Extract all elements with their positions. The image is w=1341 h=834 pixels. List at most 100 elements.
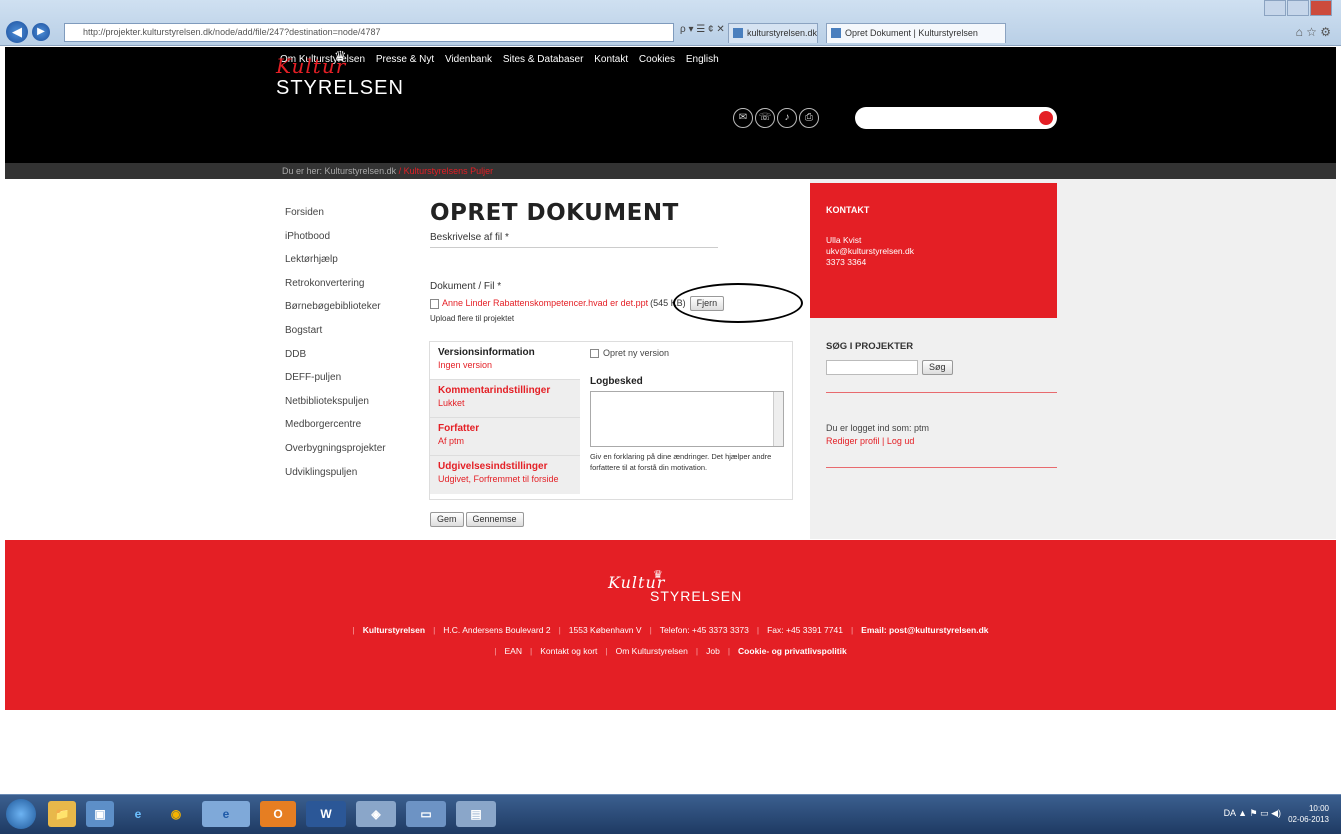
topnav-item[interactable]: Videnbank <box>445 54 492 65</box>
search-go-icon[interactable] <box>1039 111 1053 125</box>
clock-time: 10:00 <box>1308 804 1329 813</box>
explorer-icon[interactable]: 📁 <box>48 801 76 827</box>
tray-icons[interactable]: DA ▲ ⚑ ▭ ◀) <box>1224 808 1281 819</box>
maximize-button[interactable] <box>1287 0 1309 16</box>
crown-icon: ♛ <box>334 48 347 64</box>
tray-status-icons[interactable]: ▲ ⚑ ▭ ◀) <box>1238 808 1281 818</box>
app-icon[interactable]: ▭ <box>406 801 446 827</box>
site-search-input[interactable] <box>855 107 1057 129</box>
favicon-icon <box>733 28 743 38</box>
ie-icon[interactable]: e <box>124 801 152 827</box>
logged-in-text: Du er logget ind som: ptm <box>826 423 930 433</box>
page-tools: ✉ ☏ ♪ ⎙ <box>733 108 821 128</box>
app-icon[interactable]: ▣ <box>86 801 114 827</box>
footer-link-job[interactable]: Job <box>706 646 720 656</box>
profile-links[interactable]: Rediger profil | Log ud <box>826 436 914 446</box>
address-bar[interactable]: http://projekter.kulturstyrelsen.dk/node… <box>64 23 674 42</box>
phone-icon[interactable]: ☏ <box>755 108 775 128</box>
email-icon[interactable]: ✉ <box>733 108 753 128</box>
topnav-item[interactable]: Sites & Databaser <box>503 54 584 65</box>
tab-kulturstyrelsen[interactable]: kulturstyrelsen.dk <box>728 23 818 43</box>
tab-author[interactable]: Forfatter Af ptm <box>430 418 580 456</box>
leftnav-item[interactable]: Overbygningsprojekter <box>285 443 405 467</box>
topnav-item[interactable]: Presse & Nyt <box>376 54 434 65</box>
print-icon[interactable]: ⎙ <box>799 108 819 128</box>
upload-more-link[interactable]: Upload flere til projektet <box>430 314 514 323</box>
tab-publish-settings[interactable]: Udgivelsesindstillinger Udgivet, Forfrem… <box>430 456 580 494</box>
footer-crown-icon: ♛ <box>653 569 663 581</box>
breadcrumb-separator: / <box>398 166 402 176</box>
app-icon[interactable]: ▤ <box>456 801 496 827</box>
description-input[interactable] <box>430 247 718 248</box>
contact-name: Ulla Kvist <box>826 235 862 245</box>
footer-link-about[interactable]: Om Kulturstyrelsen <box>616 646 688 656</box>
app-icon[interactable]: ◈ <box>356 801 396 827</box>
footer-org: Kulturstyrelsen <box>362 625 426 635</box>
ie-active-icon[interactable]: e <box>202 801 250 827</box>
log-textarea[interactable] <box>590 391 784 448</box>
tab-label: kulturstyrelsen.dk <box>747 28 818 38</box>
save-button[interactable]: Gem <box>430 512 464 527</box>
leftnav-item[interactable]: Bogstart <box>285 325 405 349</box>
footer-link-contact[interactable]: Kontakt og kort <box>540 646 597 656</box>
tab-version-info[interactable]: Versionsinformation Ingen version <box>430 342 580 380</box>
leftnav-item[interactable]: Lektørhjælp <box>285 254 405 278</box>
footer-city: 1553 København V <box>568 625 642 635</box>
footer-email[interactable]: Email: post@kulturstyrelsen.dk <box>861 625 988 635</box>
leftnav-item[interactable]: Retrokonvertering <box>285 278 405 302</box>
leftnav-item[interactable]: DEFF-puljen <box>285 372 405 396</box>
leftnav-item[interactable]: Forsiden <box>285 207 405 231</box>
log-scrollbar[interactable] <box>773 392 783 447</box>
project-search-button[interactable]: Søg <box>922 360 953 375</box>
leftnav-item[interactable]: Børnebøgebiblioteker <box>285 301 405 325</box>
footer-link-ean[interactable]: EAN <box>505 646 522 656</box>
tray-language[interactable]: DA <box>1224 808 1236 818</box>
topnav-item[interactable]: Kontakt <box>594 54 628 65</box>
preview-button[interactable]: Gennemse <box>465 512 524 527</box>
leftnav-item[interactable]: DDB <box>285 349 405 373</box>
document-link[interactable]: Anne Linder Rabattenskompetencer.hvad er… <box>442 298 648 308</box>
forward-button[interactable]: ▶ <box>32 23 50 41</box>
audio-icon[interactable]: ♪ <box>777 108 797 128</box>
project-search-input[interactable] <box>826 360 918 375</box>
back-button[interactable]: ◀ <box>6 21 28 43</box>
contact-email[interactable]: ukv@kulturstyrelsen.dk <box>826 246 1041 256</box>
outlook-icon[interactable]: O <box>260 801 296 827</box>
leftnav-item[interactable]: Udviklingspuljen <box>285 467 405 491</box>
breadcrumb: Du er her: Kulturstyrelsen.dk / Kulturst… <box>5 163 1336 179</box>
new-version-label: Opret ny version <box>603 348 670 358</box>
tray-clock[interactable]: 10:00 02-06-2013 <box>1288 803 1329 825</box>
version-panel: Opret ny version Logbesked Giv en forkla… <box>590 348 786 473</box>
leftnav-item[interactable]: Netbibliotekspuljen <box>285 396 405 420</box>
topnav-item[interactable]: Cookies <box>639 54 675 65</box>
footer-logo-text[interactable]: STYRELSEN <box>650 588 742 604</box>
breadcrumb-current[interactable]: Kulturstyrelsens Puljer <box>404 166 494 176</box>
breadcrumb-home[interactable]: Kulturstyrelsen.dk <box>325 166 397 176</box>
main-content: OPRET DOKUMENT Beskrivelse af fil * Doku… <box>430 200 800 323</box>
word-icon[interactable]: W <box>306 801 346 827</box>
project-search-title: SØG I PROJEKTER <box>826 341 914 352</box>
breadcrumb-path: Du er her: Kulturstyrelsen.dk / Kulturst… <box>282 163 493 179</box>
contact-title: KONTAKT <box>826 205 870 215</box>
logo-text[interactable]: STYRELSEN <box>276 77 404 100</box>
footer-link-cookie[interactable]: Cookie- og privatlivspolitik <box>738 646 847 656</box>
close-button[interactable] <box>1310 0 1332 16</box>
tab-opret-dokument[interactable]: Opret Dokument | Kulturstyrelsen <box>826 23 1006 43</box>
leftnav-item[interactable]: Medborgercentre <box>285 419 405 443</box>
new-version-checkbox[interactable] <box>590 349 599 359</box>
clock-date: 02-06-2013 <box>1288 815 1329 824</box>
publish-value: Udgivet, Forfremmet til forside <box>438 474 559 484</box>
minimize-button[interactable] <box>1264 0 1286 16</box>
divider <box>826 392 1057 393</box>
browser-tool-icons[interactable]: ⌂ ☆ ⚙ <box>1296 25 1331 39</box>
comment-value: Lukket <box>438 398 465 408</box>
tab-comment-settings[interactable]: Kommentarindstillinger Lukket <box>430 380 580 418</box>
topnav-item[interactable]: English <box>686 54 719 65</box>
leftnav-item[interactable]: iPhotbood <box>285 231 405 255</box>
version-title: Versionsinformation <box>438 347 535 358</box>
left-navigation: Forsiden iPhotbood Lektørhjælp Retrokonv… <box>285 207 405 490</box>
new-version-option[interactable]: Opret ny version <box>590 348 786 359</box>
address-controls[interactable]: ρ ▾ ☰ ¢ ✕ <box>680 24 725 35</box>
start-button[interactable] <box>6 799 36 829</box>
chrome-icon[interactable]: ◉ <box>162 801 190 827</box>
